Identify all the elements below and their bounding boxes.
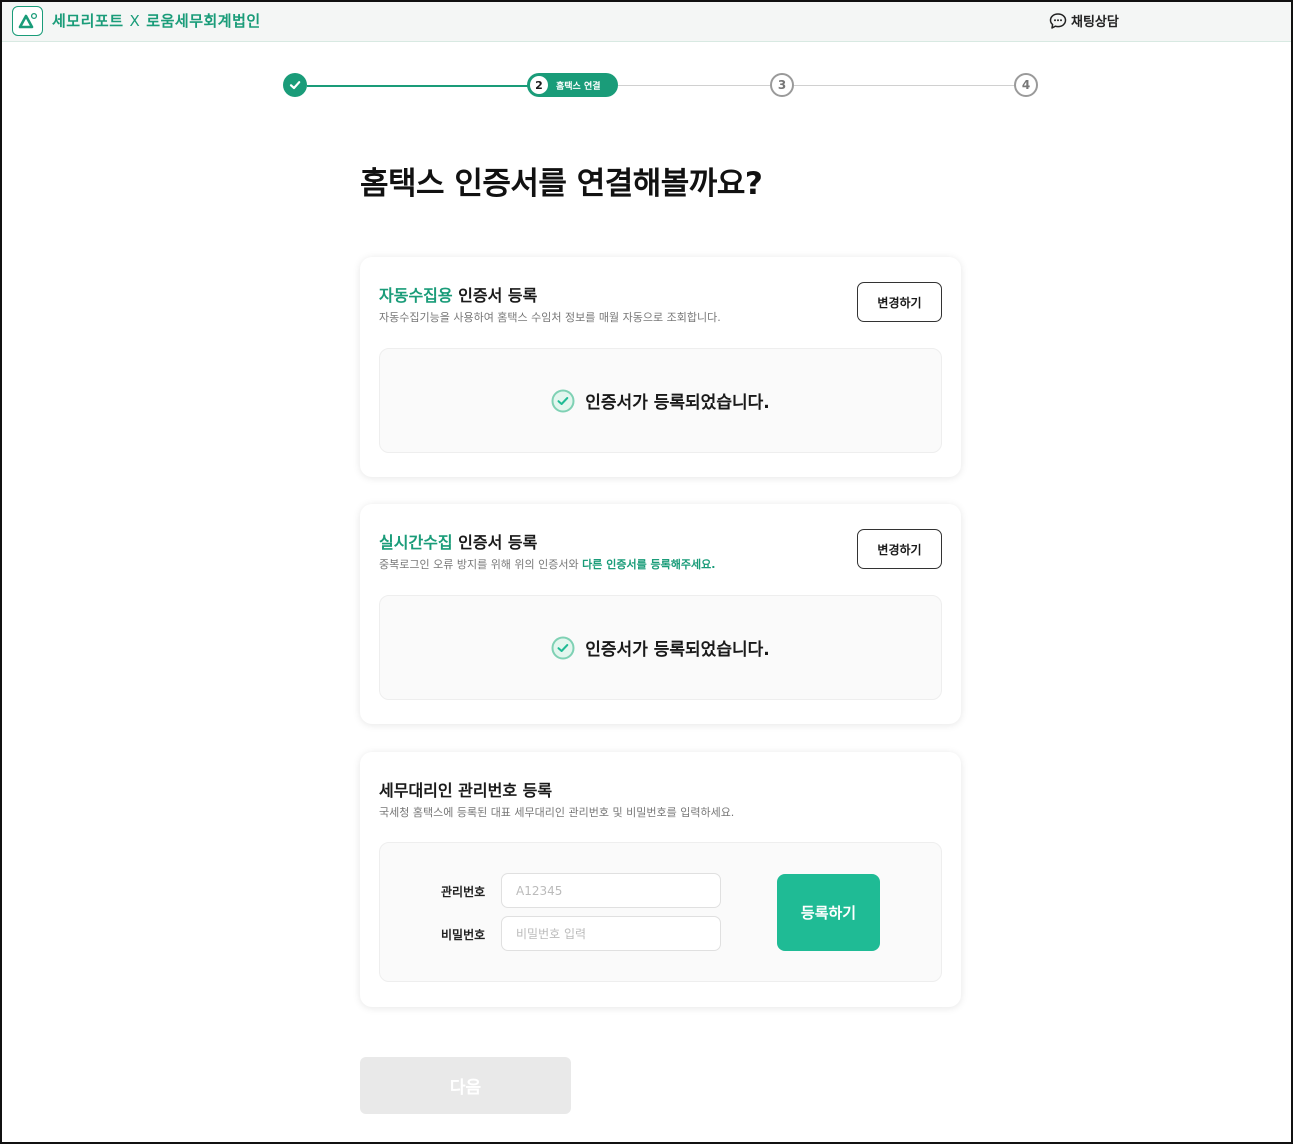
- card-title-accent: 실시간수집: [379, 533, 453, 552]
- card-title: 실시간수집 인증서 등록: [379, 529, 537, 553]
- card-description: 국세청 홈택스에 등록된 대표 세무대리인 관리번호 및 비밀번호를 입력하세요…: [379, 806, 735, 819]
- agent-form: 관리번호 비밀번호 등록하기: [379, 842, 942, 982]
- password-label: 비밀번호: [441, 928, 486, 942]
- register-button[interactable]: 등록하기: [777, 874, 880, 951]
- page-title: 홈택스 인증서를 연결해볼까요?: [360, 166, 763, 202]
- step-2-label: 홈택스 연결: [556, 81, 601, 92]
- card-title-accent: 자동수집용: [379, 286, 453, 305]
- step-2-current: 2 홈택스 연결: [527, 73, 618, 97]
- step-2-number: 2: [530, 76, 548, 94]
- cert-status-box: 인증서가 등록되었습니다.: [379, 348, 942, 453]
- chat-consult-label: 채팅상담: [1071, 15, 1119, 30]
- cert-status-text: 인증서가 등록되었습니다.: [585, 393, 770, 413]
- tax-agent-card: 세무대리인 관리번호 등록 국세청 홈택스에 등록된 대표 세무대리인 관리번호…: [360, 752, 961, 1007]
- next-button[interactable]: 다음: [360, 1057, 571, 1114]
- logo-icon: [18, 12, 37, 29]
- brand-name: 세모리포트: [52, 12, 124, 30]
- password-input[interactable]: [501, 916, 721, 951]
- check-circle-icon: [551, 389, 575, 412]
- step-3: 3: [770, 73, 794, 97]
- top-bar: 세모리포트 X 로움세무회계법인 채팅상담: [2, 2, 1291, 42]
- step-line-done: [307, 85, 529, 87]
- cert-status-text: 인증서가 등록되었습니다.: [585, 640, 770, 660]
- change-cert-button[interactable]: 변경하기: [857, 282, 942, 322]
- logo[interactable]: [12, 6, 43, 36]
- chat-bubble-icon: [1049, 12, 1067, 29]
- auto-collect-cert-card: 자동수집용 인증서 등록 자동수집기능을 사용하여 홈택스 수임처 정보를 매월…: [360, 257, 961, 477]
- card-description: 자동수집기능을 사용하여 홈택스 수임처 정보를 매월 자동으로 조회합니다.: [379, 311, 721, 324]
- change-cert-button[interactable]: 변경하기: [857, 529, 942, 569]
- agent-id-label: 관리번호: [441, 885, 486, 899]
- card-title-rest: 인증서 등록: [452, 286, 538, 305]
- brand-separator: X: [129, 12, 141, 30]
- brand-title: 세모리포트 X 로움세무회계법인: [52, 10, 261, 31]
- step-line-pending: [794, 85, 1014, 86]
- agent-id-input[interactable]: [501, 873, 721, 908]
- step-line-pending: [618, 85, 770, 86]
- check-circle-icon: [551, 636, 575, 659]
- cert-status-box: 인증서가 등록되었습니다.: [379, 595, 942, 700]
- card-description-accent: 다른 인증서를 등록해주세요.: [582, 558, 716, 571]
- step-4: 4: [1014, 73, 1038, 97]
- realtime-collect-cert-card: 실시간수집 인증서 등록 중복로그인 오류 방지를 위해 위의 인증서와 다른 …: [360, 504, 961, 724]
- card-title: 세무대리인 관리번호 등록: [379, 781, 553, 800]
- check-icon: [289, 81, 301, 90]
- card-title-rest: 인증서 등록: [452, 533, 538, 552]
- chat-consult-button[interactable]: 채팅상담: [1049, 11, 1119, 30]
- partner-name: 로움세무회계법인: [146, 12, 261, 30]
- card-description: 중복로그인 오류 방지를 위해 위의 인증서와 다른 인증서를 등록해주세요.: [379, 556, 715, 572]
- progress-stepper: 2 홈택스 연결 3 4: [0, 72, 1293, 102]
- step-1-complete: [283, 73, 307, 97]
- card-description-plain: 중복로그인 오류 방지를 위해 위의 인증서와: [379, 558, 583, 571]
- card-title: 자동수집용 인증서 등록: [379, 282, 537, 306]
